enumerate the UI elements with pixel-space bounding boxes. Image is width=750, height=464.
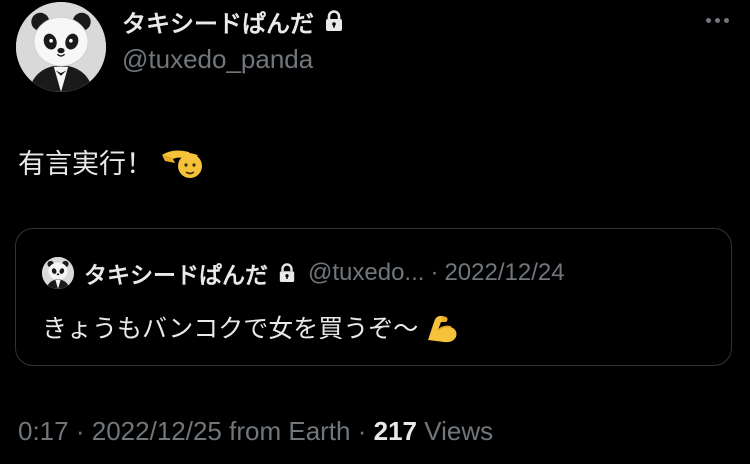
more-dot: [723, 17, 729, 23]
panda-tuxedo-avatar-icon: [42, 257, 74, 289]
lock-icon: [324, 10, 344, 32]
tweet: タキシードぱんだ @tuxedo_panda 有言実行！ タキシードぱんだ @t…: [0, 0, 750, 464]
more-dot: [714, 17, 720, 23]
more-options-button[interactable]: [700, 8, 734, 32]
author-name-row: タキシードぱんだ: [122, 4, 344, 39]
quoted-tweet-text-content: きょうもバンコクで女を買うぞ〜: [42, 314, 419, 343]
meta-separator: ·: [75, 416, 85, 446]
tweet-text-content: 有言実行！: [18, 149, 153, 180]
saluting-hand-emoji-icon: [159, 144, 203, 180]
author-handle[interactable]: @tuxedo_panda: [122, 44, 313, 75]
quoted-tweet-header: タキシードぱんだ @tuxedo... · 2022/12/24: [42, 257, 565, 289]
tweet-meta: 0:17 · 2022/12/25 from Earth · 217 Views: [18, 416, 493, 447]
tweet-time[interactable]: 0:17: [18, 416, 69, 446]
tweet-text: 有言実行！: [18, 142, 203, 181]
views-label: Views: [424, 416, 494, 446]
quoted-author-handle: @tuxedo...: [308, 259, 425, 286]
meta-separator: ·: [357, 416, 367, 446]
quoted-separator: ·: [430, 259, 439, 286]
quoted-author-display-name: タキシードぱんだ: [84, 263, 268, 289]
quoted-tweet-date: 2022/12/24: [444, 259, 565, 286]
author-avatar[interactable]: [16, 2, 106, 92]
author-display-name[interactable]: タキシードぱんだ: [122, 4, 314, 39]
tweet-source: from Earth: [229, 416, 351, 446]
quoted-author-avatar: [42, 257, 74, 289]
lock-icon: [278, 263, 296, 283]
quoted-tweet-text: きょうもバンコクで女を買うぞ〜: [42, 309, 460, 345]
more-dot: [705, 17, 711, 23]
quoted-tweet-card[interactable]: タキシードぱんだ @tuxedo... · 2022/12/24 きょうもバンコ…: [15, 228, 732, 366]
flexed-biceps-emoji-icon: [424, 310, 460, 344]
views-count: 217: [373, 416, 418, 446]
panda-tuxedo-avatar-icon: [16, 2, 106, 92]
tweet-date[interactable]: 2022/12/25: [92, 416, 222, 446]
